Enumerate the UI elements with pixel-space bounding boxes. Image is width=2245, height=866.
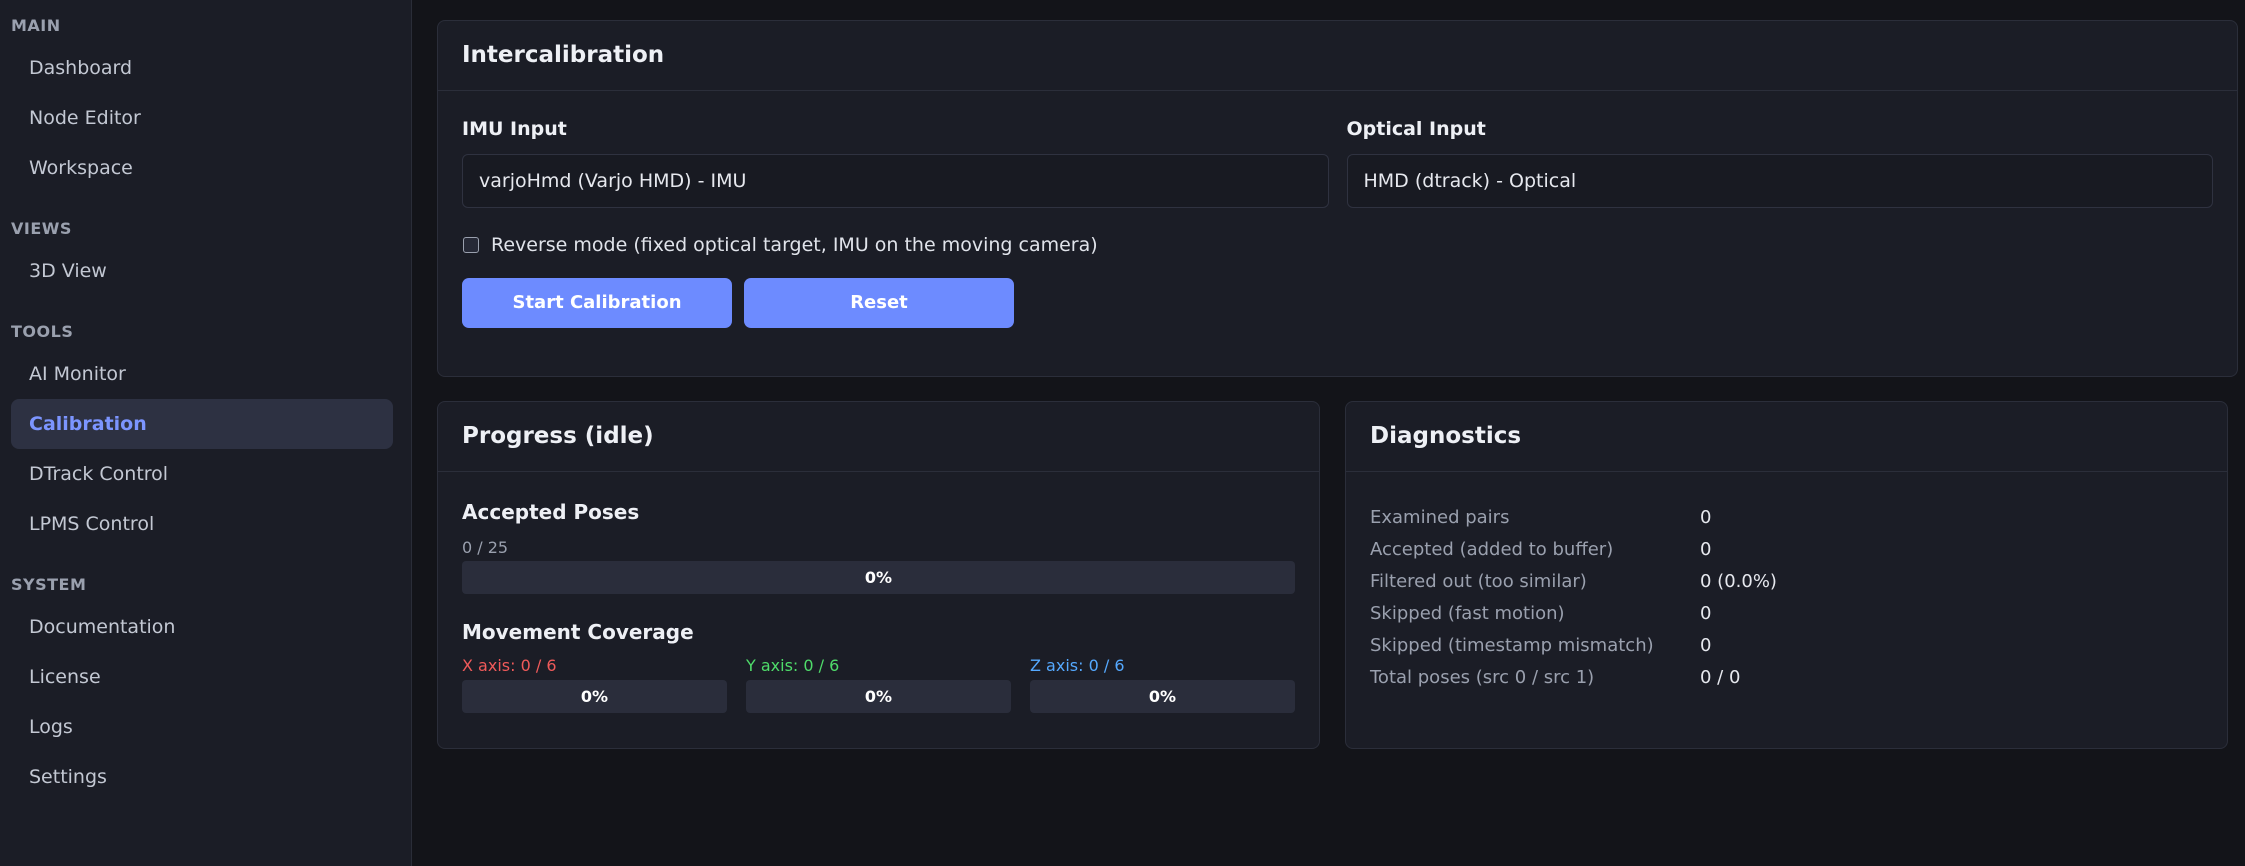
intercalibration-card: Intercalibration IMU Input varjoHmd (Var… [437, 20, 2238, 377]
nav-section-main: MAIN Dashboard Node Editor Workspace [0, 4, 411, 193]
reverse-mode-checkbox[interactable] [463, 237, 479, 253]
accepted-poses-count: 0 / 25 [462, 538, 509, 557]
y-axis-coverage: Y axis: 0 / 6 0% [746, 656, 1011, 713]
diagnostics-value: 0 [1700, 539, 1712, 560]
nav-section-views: VIEWS 3D View [0, 207, 411, 296]
z-axis-coverage: Z axis: 0 / 6 0% [1030, 656, 1295, 713]
optical-input-group: Optical Input HMD (dtrack) - Optical [1346, 111, 2213, 208]
diagnostics-row: Skipped (fast motion) 0 [1370, 598, 2203, 630]
diagnostics-value: 0 (0.0%) [1700, 571, 1777, 592]
diagnostics-row: Skipped (timestamp mismatch) 0 [1370, 630, 2203, 662]
diagnostics-key: Skipped (timestamp mismatch) [1370, 635, 1654, 656]
coverage-axes: X axis: 0 / 6 0% Y axis: 0 / 6 0% Z axis… [462, 656, 1295, 713]
sidebar: MAIN Dashboard Node Editor Workspace VIE… [0, 0, 412, 866]
section-title-tools: TOOLS [11, 322, 74, 341]
x-axis-percent: 0% [580, 687, 609, 706]
intercalibration-title: Intercalibration [438, 21, 2237, 91]
progress-title: Progress (idle) [438, 402, 1319, 472]
imu-input-label: IMU Input [462, 118, 567, 140]
diagnostics-key: Filtered out (too similar) [1370, 571, 1587, 592]
app-root: MAIN Dashboard Node Editor Workspace VIE… [0, 0, 2245, 866]
intercalibration-body: IMU Input varjoHmd (Varjo HMD) - IMU Opt… [438, 91, 2237, 348]
z-axis-percent: 0% [1148, 687, 1177, 706]
sidebar-item-dtrack-control[interactable]: DTrack Control [11, 449, 393, 499]
sidebar-item-workspace[interactable]: Workspace [11, 143, 393, 193]
sidebar-item-logs[interactable]: Logs [11, 702, 393, 752]
diagnostics-key: Accepted (added to buffer) [1370, 539, 1614, 560]
imu-input-select[interactable]: varjoHmd (Varjo HMD) - IMU [462, 154, 1329, 208]
x-axis-coverage: X axis: 0 / 6 0% [462, 656, 727, 713]
diagnostics-body: Examined pairs 0 Accepted (added to buff… [1346, 472, 2227, 714]
reverse-mode-row: Reverse mode (fixed optical target, IMU … [462, 234, 2213, 256]
action-buttons: Start Calibration Reset [462, 278, 2213, 328]
diagnostics-title: Diagnostics [1346, 402, 2227, 472]
main-content: Intercalibration IMU Input varjoHmd (Var… [412, 0, 2245, 866]
y-axis-bar: 0% [746, 680, 1011, 713]
diagnostics-value: 0 [1700, 507, 1712, 528]
sidebar-item-dashboard[interactable]: Dashboard [11, 43, 393, 93]
y-axis-label: Y axis: 0 / 6 [746, 656, 840, 675]
section-title-main: MAIN [11, 16, 61, 35]
section-title-system: SYSTEM [11, 575, 87, 594]
diagnostics-card: Diagnostics Examined pairs 0 Accepted (a… [1345, 401, 2228, 749]
diagnostics-key: Total poses (src 0 / src 1) [1370, 667, 1595, 688]
diagnostics-row: Filtered out (too similar) 0 (0.0%) [1370, 566, 2203, 598]
z-axis-label: Z axis: 0 / 6 [1030, 656, 1125, 675]
sidebar-item-node-editor[interactable]: Node Editor [11, 93, 393, 143]
x-axis-bar: 0% [462, 680, 727, 713]
movement-coverage-title: Movement Coverage [462, 620, 694, 644]
progress-card: Progress (idle) Accepted Poses 0 / 25 0%… [437, 401, 1320, 749]
diagnostics-key: Skipped (fast motion) [1370, 603, 1565, 624]
sidebar-item-documentation[interactable]: Documentation [11, 602, 393, 652]
diagnostics-row: Examined pairs 0 [1370, 502, 2203, 534]
diagnostics-value: 0 [1700, 635, 1712, 656]
imu-input-group: IMU Input varjoHmd (Varjo HMD) - IMU [462, 111, 1329, 208]
optical-input-label: Optical Input [1346, 118, 1486, 140]
lower-row: Progress (idle) Accepted Poses 0 / 25 0%… [437, 401, 2238, 749]
reverse-mode-label: Reverse mode (fixed optical target, IMU … [491, 234, 1098, 256]
nav-section-system: SYSTEM Documentation License Logs Settin… [0, 563, 411, 802]
diagnostics-value: 0 / 0 [1700, 667, 1741, 688]
sidebar-item-3d-view[interactable]: 3D View [11, 246, 393, 296]
start-calibration-button[interactable]: Start Calibration [462, 278, 732, 328]
sidebar-item-settings[interactable]: Settings [11, 752, 393, 802]
sidebar-item-ai-monitor[interactable]: AI Monitor [11, 349, 393, 399]
x-axis-label: X axis: 0 / 6 [462, 656, 557, 675]
sidebar-item-license[interactable]: License [11, 652, 393, 702]
sidebar-item-calibration[interactable]: Calibration [11, 399, 393, 449]
y-axis-percent: 0% [864, 687, 893, 706]
z-axis-bar: 0% [1030, 680, 1295, 713]
progress-body: Accepted Poses 0 / 25 0% Movement Covera… [438, 472, 1319, 733]
accepted-poses-title: Accepted Poses [462, 500, 640, 524]
diagnostics-key: Examined pairs [1370, 507, 1510, 528]
nav-section-tools: TOOLS AI Monitor Calibration DTrack Cont… [0, 310, 411, 549]
sidebar-item-lpms-control[interactable]: LPMS Control [11, 499, 393, 549]
diagnostics-row: Accepted (added to buffer) 0 [1370, 534, 2203, 566]
inputs-row: IMU Input varjoHmd (Varjo HMD) - IMU Opt… [462, 111, 2213, 208]
accepted-poses-bar: 0% [462, 561, 1295, 594]
accepted-poses-percent: 0% [864, 568, 893, 587]
diagnostics-table: Examined pairs 0 Accepted (added to buff… [1370, 502, 2203, 694]
diagnostics-row: Total poses (src 0 / src 1) 0 / 0 [1370, 662, 2203, 694]
reset-button[interactable]: Reset [744, 278, 1014, 328]
diagnostics-value: 0 [1700, 603, 1712, 624]
section-title-views: VIEWS [11, 219, 72, 238]
optical-input-select[interactable]: HMD (dtrack) - Optical [1346, 154, 2213, 208]
